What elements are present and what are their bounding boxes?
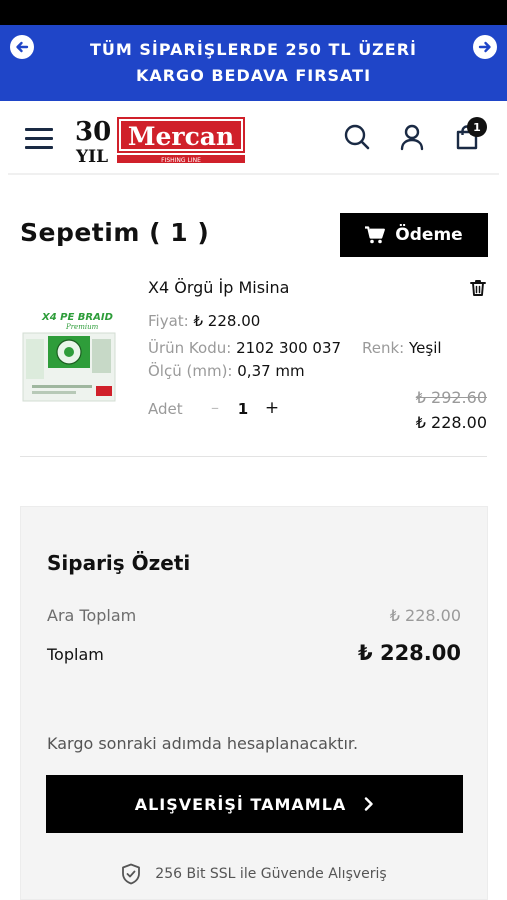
summary-title: Sipariş Özeti — [47, 551, 191, 575]
account-button[interactable] — [396, 121, 428, 153]
cart-button[interactable]: 1 — [451, 117, 487, 153]
item-divider — [20, 456, 487, 457]
chevron-right-icon — [365, 797, 373, 811]
status-bar — [0, 0, 507, 25]
complete-purchase-button[interactable]: ALIŞVERİŞİ TAMAMLA — [46, 775, 463, 833]
subtotal-value: ₺ 228.00 — [389, 606, 461, 625]
quantity-label: Adet — [148, 400, 183, 418]
color-row: Renk: Yeşil — [362, 339, 442, 357]
size-value: 0,37 mm — [237, 362, 305, 380]
logo-years-number: 30 — [75, 117, 111, 147]
ssl-notice: 256 Bit SSL ile Güvende Alışveriş — [21, 863, 487, 885]
menu-icon-bar — [25, 146, 53, 149]
menu-button[interactable] — [25, 128, 53, 150]
trash-icon[interactable] — [468, 278, 488, 298]
price-row: Fiyat: ₺ 228.00 — [148, 312, 260, 330]
promo-text: TÜM SİPARİŞLERDE 250 TL ÜZERİ KARGO BEDA… — [90, 40, 417, 85]
size-row: Ölçü (mm): 0,37 mm — [148, 362, 305, 380]
logo-years-word: YIL — [75, 147, 108, 164]
shield-check-icon — [122, 863, 141, 885]
mercan-logo[interactable]: 30 YIL Mercan FISHING LINE — [74, 114, 246, 164]
cart-icon — [365, 226, 386, 244]
checkout-button[interactable]: Ödeme — [340, 213, 488, 257]
quantity-increase-button[interactable]: + — [263, 398, 281, 418]
checkout-label: Ödeme — [395, 225, 463, 245]
code-row: Ürün Kodu: 2102 300 037 — [148, 339, 341, 357]
product-thumbnail[interactable]: X4 PE BRAID Premium — [20, 305, 118, 407]
quantity-decrease-button[interactable]: – — [206, 398, 224, 417]
price-label: Fiyat: — [148, 312, 189, 330]
discounted-price: ₺ 228.00 — [415, 413, 487, 432]
code-label: Ürün Kodu: — [148, 339, 232, 357]
ssl-text: 256 Bit SSL ile Güvende Alışveriş — [155, 866, 387, 882]
quantity-value: 1 — [237, 400, 249, 418]
order-summary: Sipariş Özeti Ara Toplam ₺ 228.00 Toplam… — [20, 506, 488, 900]
logo-brand: Mercan — [128, 122, 234, 151]
promo-banner: TÜM SİPARİŞLERDE 250 TL ÜZERİ KARGO BEDA… — [0, 25, 507, 101]
promo-next-button[interactable] — [473, 35, 497, 59]
color-value: Yeşil — [409, 339, 442, 357]
total-label: Toplam — [47, 645, 104, 664]
search-icon — [344, 124, 370, 150]
site-header: 30 YIL Mercan FISHING LINE 1 — [0, 101, 507, 173]
original-price: ₺ 292.60 — [415, 388, 487, 407]
size-label: Ölçü (mm): — [148, 362, 233, 380]
color-label: Renk: — [362, 339, 405, 357]
total-value: ₺ 228.00 — [358, 641, 461, 665]
user-icon — [400, 124, 424, 151]
thumbnail-sub: Premium — [65, 323, 99, 331]
header-divider — [8, 173, 499, 175]
arrow-right-icon — [478, 41, 491, 53]
arrow-left-icon — [16, 41, 29, 53]
shipping-note: Kargo sonraki adımda hesaplanacaktır. — [47, 734, 359, 753]
cart-count-badge: 1 — [467, 117, 487, 137]
complete-purchase-label: ALIŞVERİŞİ TAMAMLA — [134, 794, 347, 814]
thumbnail-brand: X4 PE BRAID — [41, 312, 113, 323]
search-button[interactable] — [341, 121, 373, 153]
menu-icon-bar — [25, 137, 53, 140]
price-value: ₺ 228.00 — [193, 312, 261, 330]
promo-prev-button[interactable] — [10, 35, 34, 59]
menu-icon-bar — [25, 128, 53, 131]
logo-tagline: FISHING LINE — [161, 157, 201, 164]
subtotal-label: Ara Toplam — [47, 606, 137, 625]
product-name[interactable]: X4 Örgü İp Misina — [148, 278, 289, 297]
page-title: Sepetim ( 1 ) — [20, 218, 210, 247]
code-value: 2102 300 037 — [236, 339, 342, 357]
